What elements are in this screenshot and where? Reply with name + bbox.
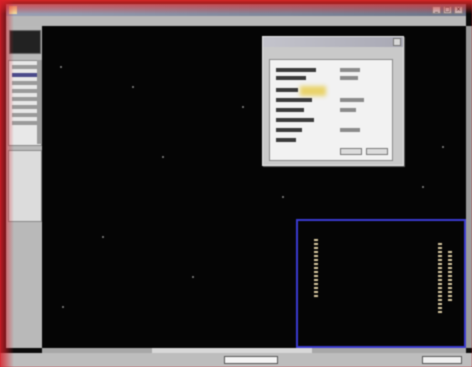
screen: _ □ × [0, 0, 472, 367]
list-row[interactable] [276, 108, 304, 112]
list-item[interactable] [12, 73, 38, 77]
window-controls: _ □ × [432, 6, 463, 14]
canvas-dot [62, 306, 64, 308]
list-row[interactable] [276, 98, 312, 102]
list-row[interactable] [276, 76, 306, 80]
canvas-dot [192, 276, 194, 278]
selection-rectangle[interactable] [296, 219, 466, 348]
list-row[interactable] [340, 98, 364, 102]
vertical-text [314, 239, 318, 299]
properties-panel [8, 150, 42, 222]
list-item[interactable] [12, 89, 38, 93]
left-panel [6, 26, 42, 348]
canvas-dot [442, 146, 444, 148]
list-item[interactable] [12, 113, 38, 117]
vertical-text [448, 251, 452, 301]
canvas-dot [162, 156, 164, 158]
toolbox-icon[interactable] [9, 30, 41, 54]
list-row[interactable] [340, 108, 356, 112]
dialog-list-pane [269, 59, 393, 161]
dialog-close-icon[interactable] [393, 38, 401, 46]
list-item[interactable] [12, 121, 38, 125]
dialog-title [263, 37, 403, 47]
menu-bar [6, 16, 466, 26]
canvas-dot [242, 106, 244, 108]
status-bar [0, 353, 472, 367]
list-item[interactable] [12, 97, 38, 101]
list-row[interactable] [276, 68, 316, 72]
app-icon [9, 6, 17, 14]
canvas-dot [102, 236, 104, 238]
vertical-text [438, 243, 442, 313]
status-input-field[interactable] [224, 356, 278, 364]
list-row[interactable] [276, 118, 314, 122]
list-row[interactable] [340, 68, 360, 72]
list-item[interactable] [12, 65, 38, 69]
list-row[interactable] [340, 128, 360, 132]
list-row[interactable] [276, 88, 298, 92]
selected-row-highlight [300, 86, 326, 96]
title-bar: _ □ × [6, 4, 466, 16]
minimize-icon[interactable]: _ [432, 6, 441, 14]
dialog-text [269, 51, 365, 57]
properties-dialog [262, 36, 404, 166]
canvas-dot [132, 86, 134, 88]
dialog-button[interactable] [340, 148, 362, 155]
status-zoom-field[interactable] [422, 356, 462, 364]
dialog-button[interactable] [366, 148, 388, 155]
canvas-dot [422, 186, 424, 188]
list-row[interactable] [276, 128, 302, 132]
maximize-icon[interactable]: □ [443, 6, 452, 14]
list-item[interactable] [12, 81, 38, 85]
close-icon[interactable]: × [454, 6, 463, 14]
list-item[interactable] [12, 105, 38, 109]
vertical-scrollbar[interactable] [466, 26, 472, 348]
list-row[interactable] [340, 76, 358, 80]
list-row[interactable] [276, 138, 296, 142]
canvas-dot [282, 196, 284, 198]
canvas-dot [60, 66, 62, 68]
